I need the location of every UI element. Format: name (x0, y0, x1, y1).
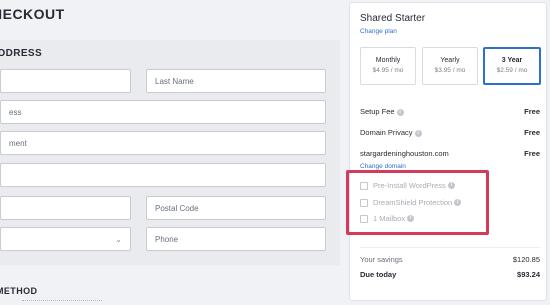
term-label: Yearly (440, 57, 460, 64)
fee-row-domain: stargardeninghouston.com Free (360, 149, 540, 158)
term-3-year[interactable]: 3 Year $2.59 / mo (483, 47, 541, 85)
term-price: $2.59 / mo (496, 67, 528, 74)
fee-row-privacy: Domain Privacy i Free (360, 128, 540, 137)
term-monthly[interactable]: Monthly $4.95 / mo (360, 47, 416, 85)
term-price: $4.95 / mo (372, 67, 404, 74)
chevron-down-icon: ⌄ (115, 234, 122, 244)
summary-divider (360, 247, 540, 248)
change-domain-link[interactable]: Change domain (360, 163, 406, 170)
apartment-field[interactable]: ment (0, 131, 326, 155)
last-name-field[interactable]: Last Name (146, 69, 326, 93)
address-heading: DDRESS (0, 48, 43, 59)
info-icon[interactable]: i (414, 129, 422, 137)
order-summary: Shared Starter Change plan Monthly $4.95… (349, 2, 547, 301)
addons-highlight-box (346, 170, 489, 235)
term-label: 3 Year (501, 57, 523, 64)
country-select[interactable]: ⌄ (0, 227, 131, 251)
state-field[interactable] (0, 196, 131, 220)
payment-heading: METHOD (0, 286, 38, 296)
plan-name: Shared Starter (360, 13, 426, 24)
term-yearly[interactable]: Yearly $3.95 / mo (422, 47, 478, 85)
first-name-field[interactable] (0, 69, 131, 93)
term-label: Monthly (375, 57, 401, 64)
postal-code-field[interactable]: Postal Code (146, 196, 326, 220)
term-price: $3.95 / mo (434, 67, 466, 74)
info-icon[interactable]: i (396, 108, 404, 116)
savings-row: Your savings $120.85 (360, 255, 540, 264)
fee-row-setup: Setup Fee i Free (360, 107, 540, 116)
city-field[interactable] (0, 163, 326, 187)
address-field[interactable]: ess (0, 100, 326, 124)
change-plan-link[interactable]: Change plan (360, 28, 397, 35)
address-section: DDRESS Last Name ess ment Postal Code ⌄ … (0, 40, 340, 265)
due-today-row: Due today $93.24 (360, 270, 540, 279)
page-title: HECKOUT (0, 6, 65, 22)
phone-field[interactable]: Phone (146, 227, 326, 251)
payment-subtext (22, 300, 102, 304)
